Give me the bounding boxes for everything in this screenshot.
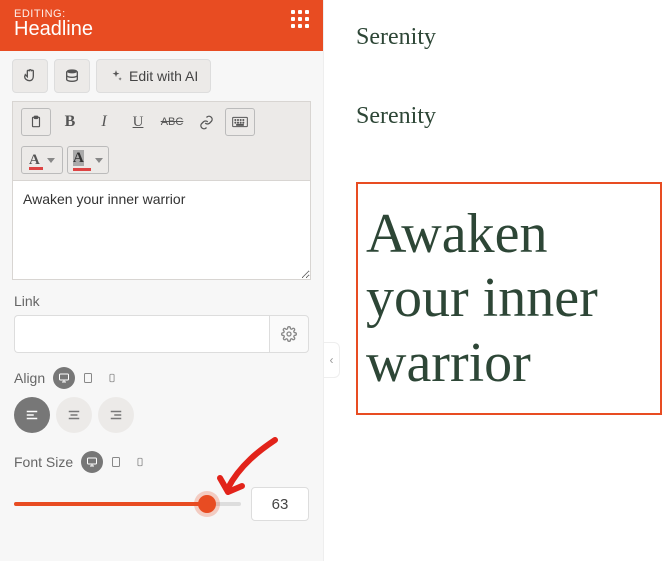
keyboard-icon[interactable] bbox=[225, 108, 255, 136]
tablet-icon[interactable] bbox=[105, 451, 127, 473]
mobile-icon[interactable] bbox=[129, 451, 151, 473]
desktop-icon[interactable] bbox=[53, 367, 75, 389]
font-size-label: Font Size bbox=[14, 454, 73, 470]
italic-button[interactable]: I bbox=[89, 108, 119, 136]
page-preview: Serenity Serenity Awaken your inner warr… bbox=[324, 0, 662, 561]
header-eyebrow: EDITING: bbox=[14, 8, 309, 20]
align-label: Align bbox=[14, 370, 45, 386]
align-left-button[interactable] bbox=[14, 397, 50, 433]
header-title: Headline bbox=[14, 18, 309, 41]
align-buttons bbox=[0, 397, 323, 437]
desktop-icon[interactable] bbox=[81, 451, 103, 473]
drag-handle-icon[interactable] bbox=[291, 10, 309, 28]
align-center-button[interactable] bbox=[56, 397, 92, 433]
font-size-section: Font Size bbox=[0, 437, 323, 481]
chevron-left-icon: ‹ bbox=[330, 353, 334, 367]
link-settings-button[interactable] bbox=[269, 315, 309, 353]
sparkles-icon bbox=[109, 69, 123, 83]
ai-button-label: Edit with AI bbox=[129, 68, 198, 84]
link-label: Link bbox=[14, 293, 309, 309]
text-color-button[interactable]: A bbox=[21, 146, 63, 174]
headline-textarea[interactable] bbox=[12, 180, 311, 280]
headline-preview-box[interactable]: Awaken your inner warrior bbox=[356, 182, 662, 415]
link-icon[interactable] bbox=[191, 108, 221, 136]
background-color-button[interactable]: A bbox=[67, 146, 109, 174]
strikethrough-button[interactable]: ABC bbox=[157, 108, 187, 136]
edit-with-ai-button[interactable]: Edit with AI bbox=[96, 59, 211, 93]
align-right-button[interactable] bbox=[98, 397, 134, 433]
collapse-sidebar-button[interactable]: ‹ bbox=[324, 342, 340, 378]
top-tool-row: Edit with AI bbox=[0, 51, 323, 101]
slider-thumb[interactable] bbox=[198, 495, 216, 513]
chevron-down-icon bbox=[95, 158, 103, 163]
brand-text-2: Serenity bbox=[356, 103, 662, 130]
font-size-slider-row bbox=[0, 481, 323, 535]
headline-preview-text: Awaken your inner warrior bbox=[366, 202, 652, 395]
font-size-slider[interactable] bbox=[14, 494, 241, 514]
gear-icon bbox=[281, 326, 297, 342]
bold-button[interactable]: B bbox=[55, 108, 85, 136]
rte-toolbar: B I U ABC A A bbox=[12, 101, 311, 180]
brand-text-1: Serenity bbox=[356, 24, 662, 51]
font-size-input[interactable] bbox=[251, 487, 309, 521]
rich-text-editor: B I U ABC A A bbox=[12, 101, 311, 283]
link-input[interactable] bbox=[14, 315, 269, 353]
chevron-down-icon bbox=[47, 158, 55, 163]
tablet-icon[interactable] bbox=[77, 367, 99, 389]
database-icon[interactable] bbox=[54, 59, 90, 93]
pan-hand-icon[interactable] bbox=[12, 59, 48, 93]
underline-button[interactable]: U bbox=[123, 108, 153, 136]
link-field: Link bbox=[0, 283, 323, 353]
panel-header: EDITING: Headline bbox=[0, 0, 323, 51]
align-section: Align bbox=[0, 353, 323, 397]
editor-sidebar: EDITING: Headline Edit with AI B I U ABC bbox=[0, 0, 324, 561]
mobile-icon[interactable] bbox=[101, 367, 123, 389]
paste-icon[interactable] bbox=[21, 108, 51, 136]
